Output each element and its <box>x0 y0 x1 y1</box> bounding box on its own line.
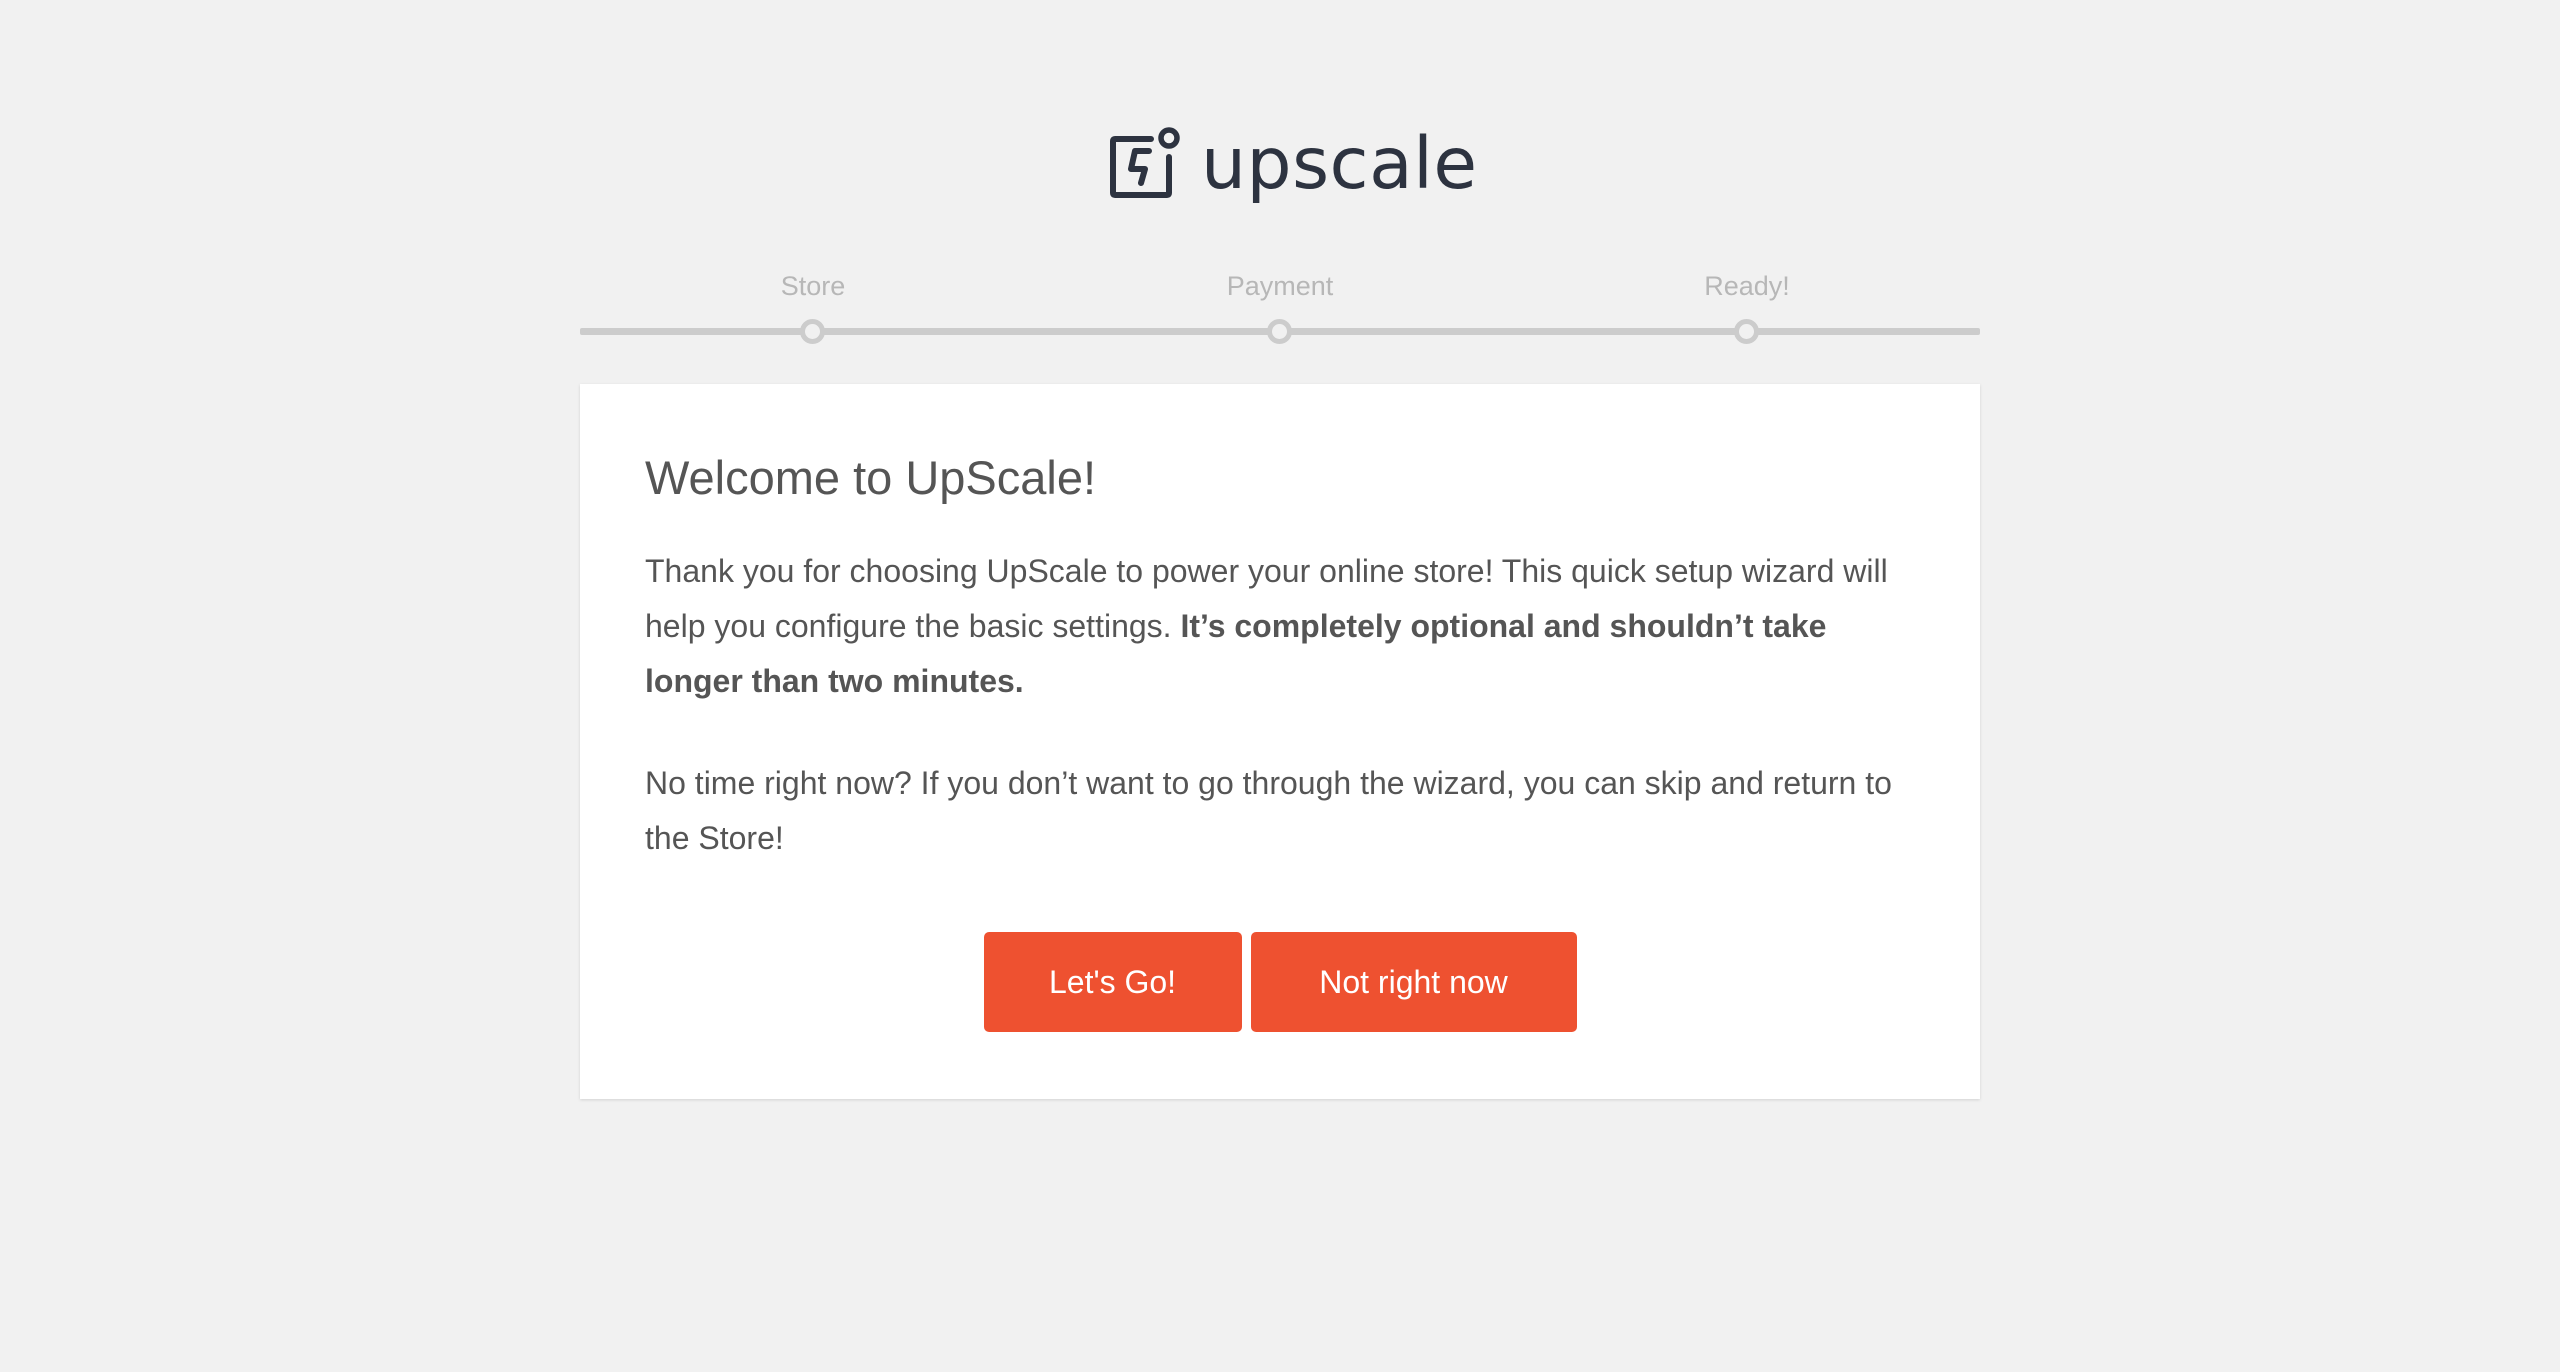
step-dot <box>1267 319 1292 344</box>
brand-logo: upscale <box>1107 120 1478 210</box>
not-right-now-button[interactable]: Not right now <box>1250 932 1577 1032</box>
page-title: Welcome to UpScale! <box>645 451 1097 504</box>
step-dot <box>1734 319 1759 344</box>
step-label: Payment <box>1226 271 1334 301</box>
welcome-card: Welcome to UpScale! Thank you for choosi… <box>580 384 1980 1099</box>
step-dot <box>800 319 825 344</box>
upscale-logo-icon <box>1110 127 1180 198</box>
step-payment: Payment <box>1130 264 1430 344</box>
step-ready: Ready! <box>1597 264 1897 344</box>
step-label: Store <box>780 271 846 301</box>
lets-go-button[interactable]: Let's Go! <box>983 932 1242 1032</box>
skip-paragraph: No time right now? If you don’t want to … <box>645 765 1892 856</box>
brand-name: upscale <box>1201 121 1478 205</box>
setup-steps: Store Payment Ready! <box>580 264 1980 344</box>
step-store: Store <box>663 264 963 344</box>
action-buttons: Let's Go! Not right now <box>580 932 1980 1032</box>
intro-paragraph: Thank you for choosing UpScale to power … <box>645 544 1915 709</box>
step-label: Ready! <box>1704 271 1790 301</box>
